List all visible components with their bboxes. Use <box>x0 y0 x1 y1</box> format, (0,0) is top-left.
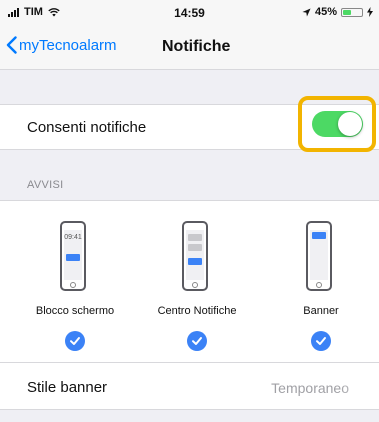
back-button[interactable]: myTecnoalarm <box>6 36 117 54</box>
notification-bar <box>312 232 326 239</box>
alerts-section-header: AVVISI <box>27 179 64 191</box>
alert-option-label: Banner <box>303 305 339 317</box>
alert-option-label: Centro Notifiche <box>157 305 237 317</box>
toggle-knob <box>338 112 362 136</box>
battery-percent: 45% <box>314 6 337 18</box>
checkmark-icon <box>187 331 207 351</box>
phone-screen <box>310 230 328 280</box>
banner-style-value: Temporaneo <box>271 380 349 396</box>
lock-screen-time: 09:41 <box>64 234 82 241</box>
ios-notifications-screen: TIM 14:59 45% myTecnoalarm Notifiche Con… <box>0 0 379 422</box>
notification-center-phone-icon <box>182 221 208 291</box>
status-right: 45% <box>302 6 373 18</box>
home-button <box>316 282 322 288</box>
notification-bar <box>188 234 202 241</box>
edge-fade <box>339 363 379 409</box>
home-button <box>70 282 76 288</box>
banner-style-row[interactable]: Stile banner Temporaneo <box>0 362 379 410</box>
allow-notifications-toggle[interactable] <box>312 111 363 137</box>
chevron-left-icon <box>6 36 17 54</box>
notification-bar <box>188 258 202 265</box>
battery-icon <box>341 7 363 17</box>
alerts-options-row: 09:41 Blocco schermo Centro Notifiche Ba… <box>0 200 379 362</box>
allow-notifications-label: Consenti notifiche <box>27 119 147 136</box>
status-bar: TIM 14:59 45% <box>0 0 379 24</box>
notification-bar <box>188 244 202 251</box>
battery-level-fill <box>343 9 351 15</box>
checkmark-icon <box>311 331 331 351</box>
location-arrow-icon <box>302 7 311 17</box>
alert-option-label: Blocco schermo <box>35 305 115 317</box>
phone-screen <box>186 230 204 280</box>
home-button <box>192 282 198 288</box>
page-title: Notifiche <box>162 38 231 55</box>
allow-notifications-toggle-highlight[interactable] <box>298 96 376 152</box>
checkmark-icon <box>65 331 85 351</box>
phone-screen: 09:41 <box>64 230 82 280</box>
banner-style-label: Stile banner <box>27 379 108 396</box>
lock-screen-phone-icon: 09:41 <box>60 221 86 291</box>
notification-bar <box>66 254 80 261</box>
navigation-bar: myTecnoalarm Notifiche <box>0 24 379 70</box>
back-button-label: myTecnoalarm <box>19 36 117 54</box>
charging-bolt-icon <box>367 7 373 17</box>
banner-phone-icon <box>306 221 332 291</box>
